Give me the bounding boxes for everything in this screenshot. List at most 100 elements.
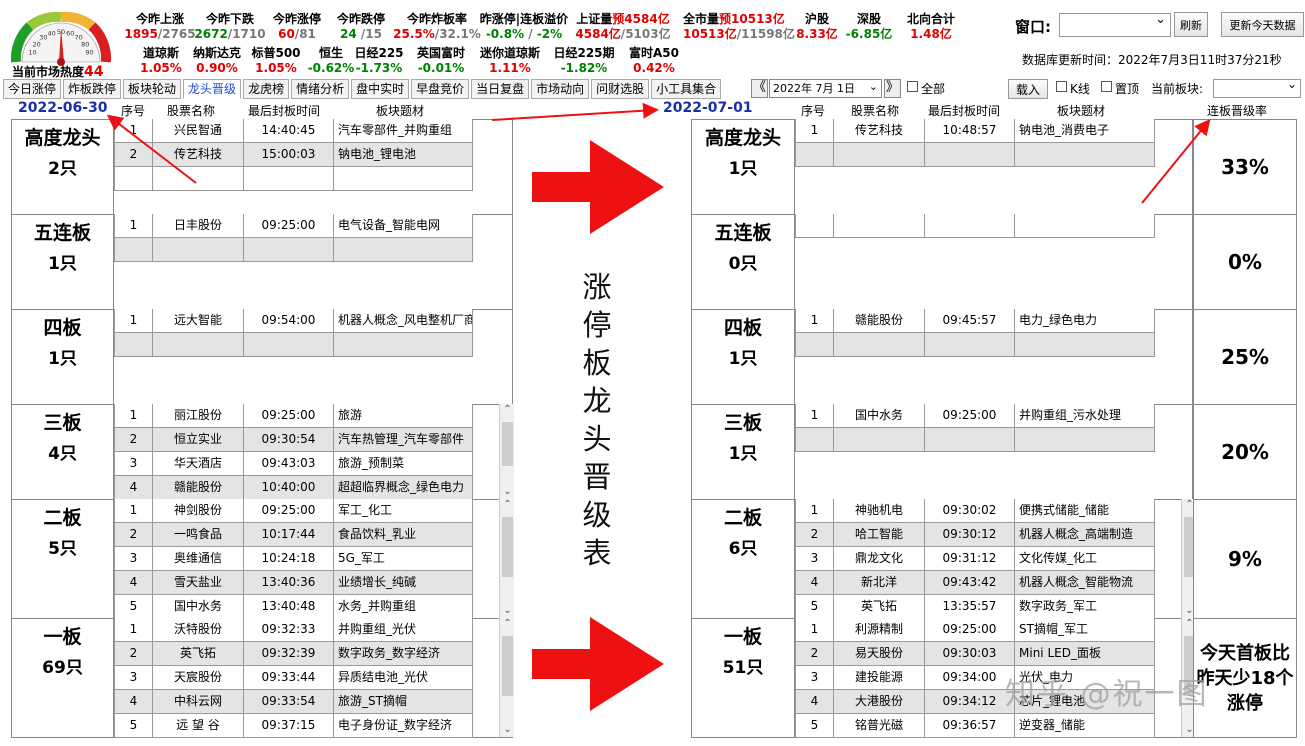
stat-value-today: 10513亿 (683, 27, 737, 41)
topic-cell (334, 333, 473, 357)
tab-8[interactable]: 早盘竞价 (411, 79, 470, 99)
level-count: 1只 (48, 254, 77, 274)
tab-9[interactable]: 当日复盘 (471, 79, 530, 99)
tab-6[interactable]: 情绪分析 (291, 79, 350, 99)
topic-cell: 旅游_ST摘帽 (334, 690, 473, 714)
tab-5[interactable]: 龙虎榜 (243, 79, 290, 99)
market-heat-label: 当前市场热度44 (12, 64, 104, 80)
level-label: 五连板 1只 (11, 214, 114, 310)
stock-name-cell: 奥维通信 (153, 547, 244, 571)
level-name: 三板 (723, 412, 762, 434)
level-count: 6只 (728, 539, 758, 559)
market-heat-gauge: 102030405060708090 (10, 11, 112, 66)
tab-4[interactable]: 龙头晋级 (183, 79, 242, 99)
stat-label: 上证量 (576, 12, 613, 26)
seal-time-cell: 09:30:12 (925, 523, 1015, 547)
next-date-button[interactable]: 》 (884, 79, 901, 98)
index-label: 英国富时 (416, 46, 465, 60)
tab-10[interactable]: 市场动向 (531, 79, 590, 99)
date-picker[interactable]: 2022年 7月 1日 ⌄ (769, 79, 882, 98)
seal-time-cell: 09:34:00 (925, 666, 1015, 690)
stat-value-today: 24 (340, 27, 357, 41)
seal-time-cell: 15:00:03 (244, 143, 334, 167)
scroll-up-icon[interactable]: ⌃ (500, 618, 515, 629)
stock-name-cell: 一鸣食品 (153, 523, 244, 547)
left-header-name: 股票名称 (167, 104, 216, 118)
topic-cell: 汽车热管理_汽车零部件 (334, 428, 473, 452)
kline-checkbox[interactable] (1056, 81, 1067, 92)
topic-cell (1015, 333, 1155, 357)
ladder-title: 涨停板龙头晋级表 (575, 268, 619, 572)
seq-cell: 2 (114, 143, 153, 167)
stat-value: -0.8% / -2% (474, 27, 574, 42)
seq-cell: 2 (114, 428, 153, 452)
stock-name-cell: 大港股份 (834, 690, 925, 714)
tab-2[interactable]: 炸板跌停 (63, 79, 122, 99)
refresh-button[interactable]: 刷新 (1174, 12, 1208, 37)
seal-time-cell: 13:40:48 (244, 595, 334, 619)
window-select[interactable] (1059, 12, 1171, 37)
seq-cell: 1 (795, 618, 834, 642)
scroll-down-icon[interactable]: ⌄ (500, 486, 515, 497)
table-scrollbar[interactable]: ⌃ ⌄ (499, 618, 514, 737)
stat-label: 昨涨停|连板溢价 (479, 12, 569, 26)
load-button[interactable]: 载入 (1008, 79, 1048, 99)
tab-12[interactable]: 小工具集合 (651, 79, 722, 99)
right-header-topic: 板块题材 (1057, 104, 1106, 118)
seq-cell: 2 (114, 523, 153, 547)
stat-forecast: 预4584亿 (612, 12, 670, 26)
topic-cell: 汽车零部件_并购重组 (334, 119, 473, 143)
tab-1[interactable]: 今日涨停 (3, 79, 62, 99)
scroll-down-icon[interactable]: ⌄ (500, 605, 515, 616)
topic-cell: 数字政务_军工 (1015, 595, 1155, 619)
level-name: 五连板 (714, 222, 772, 244)
scroll-up-icon[interactable]: ⌃ (500, 404, 515, 415)
tab-7[interactable]: 盘中实时 (351, 79, 410, 99)
table-scrollbar[interactable]: ⌃ ⌄ (499, 404, 514, 499)
level-count: 5只 (48, 539, 77, 559)
topic-cell: 业绩增长_纯碱 (334, 571, 473, 595)
table-scrollbar[interactable]: ⌃ ⌄ (499, 499, 514, 618)
topic-cell: 机器人概念_风电整机厂商 (334, 309, 473, 333)
title-char: 停 (582, 308, 612, 342)
date-picker-value: 2022年 7月 1日 (773, 82, 855, 95)
scroll-down-icon[interactable]: ⌄ (500, 724, 515, 735)
stock-name-cell: 英飞拓 (153, 642, 244, 666)
right-header-name: 股票名称 (851, 104, 900, 118)
scroll-thumb[interactable] (502, 636, 513, 696)
pin-checkbox[interactable] (1101, 81, 1112, 92)
update-today-button[interactable]: 更新今天数据 (1221, 12, 1304, 37)
tab-3[interactable]: 板块轮动 (123, 79, 182, 99)
seq-cell: 3 (114, 452, 153, 476)
seal-time-cell: 09:33:44 (244, 666, 334, 690)
stock-name-cell (834, 143, 925, 167)
tab-11[interactable]: 问财选股 (591, 79, 650, 99)
all-checkbox[interactable] (907, 81, 918, 92)
topic-cell: 钠电池_消费电子 (1015, 119, 1155, 143)
seq-cell: 1 (795, 309, 834, 333)
seal-time-cell (925, 428, 1015, 452)
index-item: 富时A50 0.42% (609, 46, 699, 76)
seal-time-cell: 09:43:42 (925, 571, 1015, 595)
left-header-seq: 序号 (121, 104, 146, 118)
scroll-thumb[interactable] (502, 517, 513, 577)
topic-cell: 超超临界概念_绿色电力 (334, 476, 473, 500)
right-arrow-icon (532, 617, 664, 711)
level-count: 4只 (48, 444, 77, 464)
seal-time-cell: 09:37:15 (244, 714, 334, 738)
seal-time-cell: 14:40:45 (244, 119, 334, 143)
scroll-up-icon[interactable]: ⌃ (500, 499, 515, 510)
stock-name-cell: 雪天盐业 (153, 571, 244, 595)
scroll-thumb[interactable] (502, 422, 513, 466)
right-date: 2022-07-01 (663, 100, 753, 116)
stock-name-cell: 国中水务 (834, 404, 925, 428)
stock-name-cell: 赣能股份 (153, 476, 244, 500)
promotion-rate: 9% (1193, 499, 1297, 619)
prev-date-button[interactable]: 《 (751, 79, 768, 98)
stat-label: 今昨炸板率 (406, 12, 467, 26)
board-select[interactable] (1213, 77, 1301, 98)
seq-cell: 1 (795, 119, 834, 143)
topic-cell: 电气设备_智能电网 (334, 214, 473, 238)
stock-name-cell: 兴民智通 (153, 119, 244, 143)
seal-time-cell: 09:36:57 (925, 714, 1015, 738)
